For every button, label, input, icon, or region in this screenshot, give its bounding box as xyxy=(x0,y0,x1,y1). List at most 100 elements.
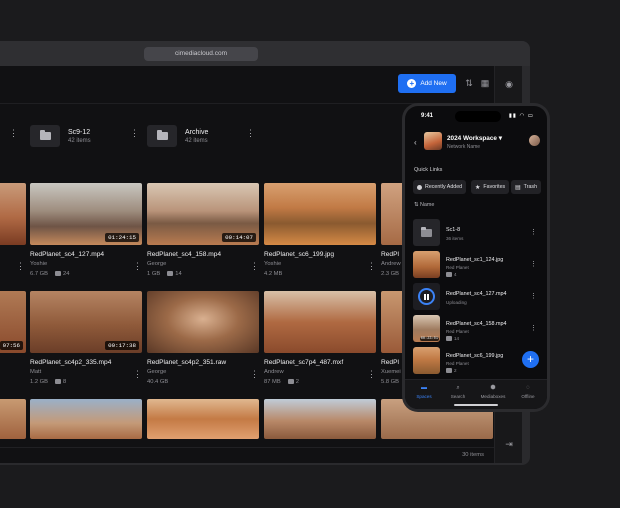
media-thumbnail[interactable] xyxy=(264,399,376,439)
file-name[interactable]: RedPlanet_sc4_127.mp4 xyxy=(30,251,104,258)
comment-count: 2 xyxy=(295,379,299,386)
chip-favorites[interactable]: ★ Favorites xyxy=(471,180,510,194)
media-thumbnail[interactable] xyxy=(147,291,259,353)
media-thumbnail[interactable] xyxy=(30,399,142,439)
sort-label: Name xyxy=(420,202,435,208)
file-meta: 4.2 MB xyxy=(264,271,282,277)
kebab-menu-icon[interactable]: ⋮ xyxy=(16,262,25,271)
comment-count: 2 xyxy=(454,368,457,373)
file-name[interactable]: RedPlanet_sc7p4_487.mxf xyxy=(264,359,343,366)
media-thumbnail[interactable] xyxy=(147,399,259,439)
file-size: 5.8 GB xyxy=(381,379,400,385)
chip-recently-added[interactable]: Recently Added xyxy=(413,180,467,194)
media-thumbnail: 00:23:01 xyxy=(413,315,440,342)
list-item[interactable]: RedPlanet_sc4_127.mp4 Uploading ⋮ xyxy=(413,283,541,311)
file-name[interactable]: RedPl xyxy=(381,251,399,258)
pause-icon[interactable] xyxy=(418,288,435,305)
kebab-menu-icon[interactable]: ⋮ xyxy=(133,370,142,379)
nav-label: Search xyxy=(450,394,466,399)
chip-label: Favorites xyxy=(483,184,506,190)
file-owner: George xyxy=(147,369,167,375)
kebab-menu-icon[interactable]: ⋮ xyxy=(250,262,259,271)
comment-icon xyxy=(446,272,452,278)
comment-icon xyxy=(446,368,452,374)
list-item[interactable]: Sc1-8 36 items ⋮ xyxy=(413,219,541,247)
item-count: 30 items xyxy=(462,452,484,458)
avatar[interactable] xyxy=(529,135,540,146)
media-thumbnail[interactable]: 07:56 xyxy=(0,291,26,353)
media-thumbnail[interactable]: 00:17:38 xyxy=(30,291,142,353)
folder-card[interactable]: Archive 42 items xyxy=(147,124,208,148)
file-size: 40.4 GB xyxy=(147,379,169,385)
kebab-menu-icon[interactable]: ⋮ xyxy=(367,370,376,379)
chip-trash[interactable]: ▤ Trash xyxy=(511,180,542,194)
kebab-menu-icon[interactable]: ⋮ xyxy=(246,129,255,138)
folder-icon xyxy=(413,219,440,246)
folder-card[interactable]: Sc9-12 42 items xyxy=(30,124,91,148)
phone-frame: 9:41 ▮▮ ◠ ▭ ‹ 2024 Workspace ▾ Network N… xyxy=(402,103,550,412)
add-fab-button[interactable]: + xyxy=(522,351,539,368)
collapse-panel-icon[interactable]: ⇥ xyxy=(504,439,514,449)
kebab-menu-icon[interactable]: ⋮ xyxy=(9,129,18,138)
media-thumbnail[interactable]: 00:14:07 xyxy=(147,183,259,245)
plus-icon: + xyxy=(407,79,417,88)
item-name: RedPlanet_sc4_158.mp4 xyxy=(446,321,507,327)
file-size: 6.7 GB xyxy=(30,271,49,278)
file-owner: Yoshie xyxy=(30,261,48,267)
list-item[interactable]: 00:23:01 RedPlanet_sc4_158.mp4 Red Plane… xyxy=(413,315,541,343)
signal-wifi-battery-icon: ▮▮ ◠ ▭ xyxy=(508,113,534,119)
kebab-menu-icon[interactable]: ⋮ xyxy=(133,262,142,271)
media-thumbnail[interactable] xyxy=(264,291,376,353)
media-thumbnail[interactable] xyxy=(0,399,26,439)
eye-icon[interactable]: ◉ xyxy=(504,79,514,89)
nav-search[interactable]: ⌕ Search xyxy=(442,384,474,399)
file-owner: Matt xyxy=(30,369,42,375)
back-chevron-icon[interactable]: ‹ xyxy=(414,138,417,147)
kebab-menu-icon[interactable]: ⋮ xyxy=(530,228,537,236)
phone-notch xyxy=(455,111,501,122)
nav-offline[interactable]: ◌ Offline xyxy=(512,384,544,399)
folder-icon: ▬ xyxy=(421,385,427,391)
item-sub: 36 items xyxy=(446,236,464,241)
add-new-button[interactable]: + Add New xyxy=(398,74,456,93)
file-name[interactable]: RedPl xyxy=(381,359,399,366)
kebab-menu-icon[interactable]: ⋮ xyxy=(530,292,537,300)
file-meta: 5.8 GB xyxy=(381,379,399,385)
kebab-menu-icon[interactable]: ⋮ xyxy=(530,324,537,332)
kebab-menu-icon[interactable]: ⋮ xyxy=(367,262,376,271)
list-item[interactable]: RedPlanet_sc1_124.jpg Red Planet 4 ⋮ xyxy=(413,251,541,279)
file-name[interactable]: RedPlanet_sc6_199.jpg xyxy=(264,251,334,258)
kebab-menu-icon[interactable]: ⋮ xyxy=(530,260,537,268)
bottom-nav: ▬ Spaces ⌕ Search ⬢ Mediaboxes ◌ Offline xyxy=(405,379,547,409)
file-name[interactable]: RedPlanet_sc4p2_351.raw xyxy=(147,359,226,366)
item-sub: Red Planet xyxy=(446,329,469,334)
kebab-menu-icon[interactable]: ⋮ xyxy=(130,129,139,138)
media-thumbnail xyxy=(413,251,440,278)
comment-icon xyxy=(287,379,294,384)
add-new-label: Add New xyxy=(420,80,447,87)
media-thumbnail[interactable] xyxy=(0,183,26,245)
phone-screen: 9:41 ▮▮ ◠ ▭ ‹ 2024 Workspace ▾ Network N… xyxy=(405,106,547,409)
nav-mediaboxes[interactable]: ⬢ Mediaboxes xyxy=(477,384,509,399)
file-name[interactable]: RedPlanet_sc4_158.mp4 xyxy=(147,251,221,258)
grid-view-icon[interactable]: ▦ xyxy=(480,78,490,88)
file-name[interactable]: RedPlanet_sc4p2_335.mp4 xyxy=(30,359,111,366)
file-meta: 1.2 GB 8 xyxy=(30,379,66,385)
trash-icon: ▤ xyxy=(515,184,521,191)
nav-spaces[interactable]: ▬ Spaces xyxy=(408,384,440,399)
media-thumbnail[interactable] xyxy=(264,183,376,245)
item-name: RedPlanet_sc6_199.jpg xyxy=(446,353,504,359)
workspace-switcher[interactable]: 2024 Workspace ▾ xyxy=(447,134,502,142)
sort-icon[interactable]: ⇅ xyxy=(464,78,474,88)
sort-by-name[interactable]: ⇅ Name xyxy=(414,202,434,208)
comment-count: 24 xyxy=(63,271,70,278)
media-thumbnail[interactable]: 01:24:15 xyxy=(30,183,142,245)
file-meta: 87 MB 2 xyxy=(264,379,299,385)
url-bar[interactable]: cimediacloud.com xyxy=(144,47,258,61)
comment-count: 14 xyxy=(454,336,460,341)
kebab-menu-icon[interactable]: ⋮ xyxy=(250,370,259,379)
duration-badge: 01:24:15 xyxy=(105,233,139,242)
folder-name: Sc9-12 xyxy=(68,128,91,136)
item-name: RedPlanet_sc1_124.jpg xyxy=(446,257,504,263)
offline-icon: ◌ xyxy=(526,385,530,391)
